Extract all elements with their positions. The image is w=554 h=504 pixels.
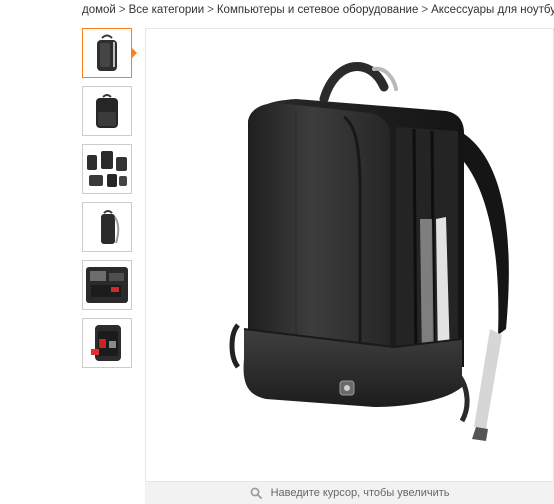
thumbnail-6[interactable] — [82, 318, 132, 368]
breadcrumb-separator: > — [421, 4, 429, 16]
thumbnail-3[interactable] — [82, 144, 132, 194]
breadcrumb: домой > Все категории > Компьютеры и сетевое… — [82, 2, 554, 20]
breadcrumb-separator: > — [207, 4, 214, 16]
backpack-side-icon — [83, 203, 131, 251]
zoom-hint-bar: Наведите курсор, чтобы увеличить — [145, 482, 554, 504]
zoom-hint-text: Наведите курсор, чтобы увеличить — [270, 487, 450, 500]
thumbnail-4[interactable] — [82, 202, 132, 252]
backpack-back-icon — [83, 87, 131, 135]
backpack-group-icon — [83, 145, 131, 193]
breadcrumb-separator: > — [118, 4, 126, 16]
thumbnail-2[interactable] — [82, 86, 132, 136]
magnifier-icon — [250, 487, 262, 499]
breadcrumb-all-categories-link[interactable]: Все категории — [129, 4, 205, 16]
breadcrumb-laptop-accessories-link[interactable]: Аксессуары для ноутбуков — [431, 4, 554, 16]
backpack-front-icon — [83, 29, 131, 77]
backpack-open-icon — [83, 261, 131, 309]
main-product-image[interactable] — [145, 28, 554, 482]
breadcrumb-computers-link[interactable]: Компьютеры и сетевое оборудование — [217, 4, 419, 16]
backpack-interior-icon — [83, 319, 131, 367]
breadcrumb-home-link[interactable]: домой — [82, 4, 116, 16]
backpack-product-icon — [229, 62, 509, 441]
active-thumbnail-pointer-icon — [132, 48, 137, 58]
thumbnail-1[interactable] — [82, 28, 132, 78]
thumbnail-5[interactable] — [82, 260, 132, 310]
